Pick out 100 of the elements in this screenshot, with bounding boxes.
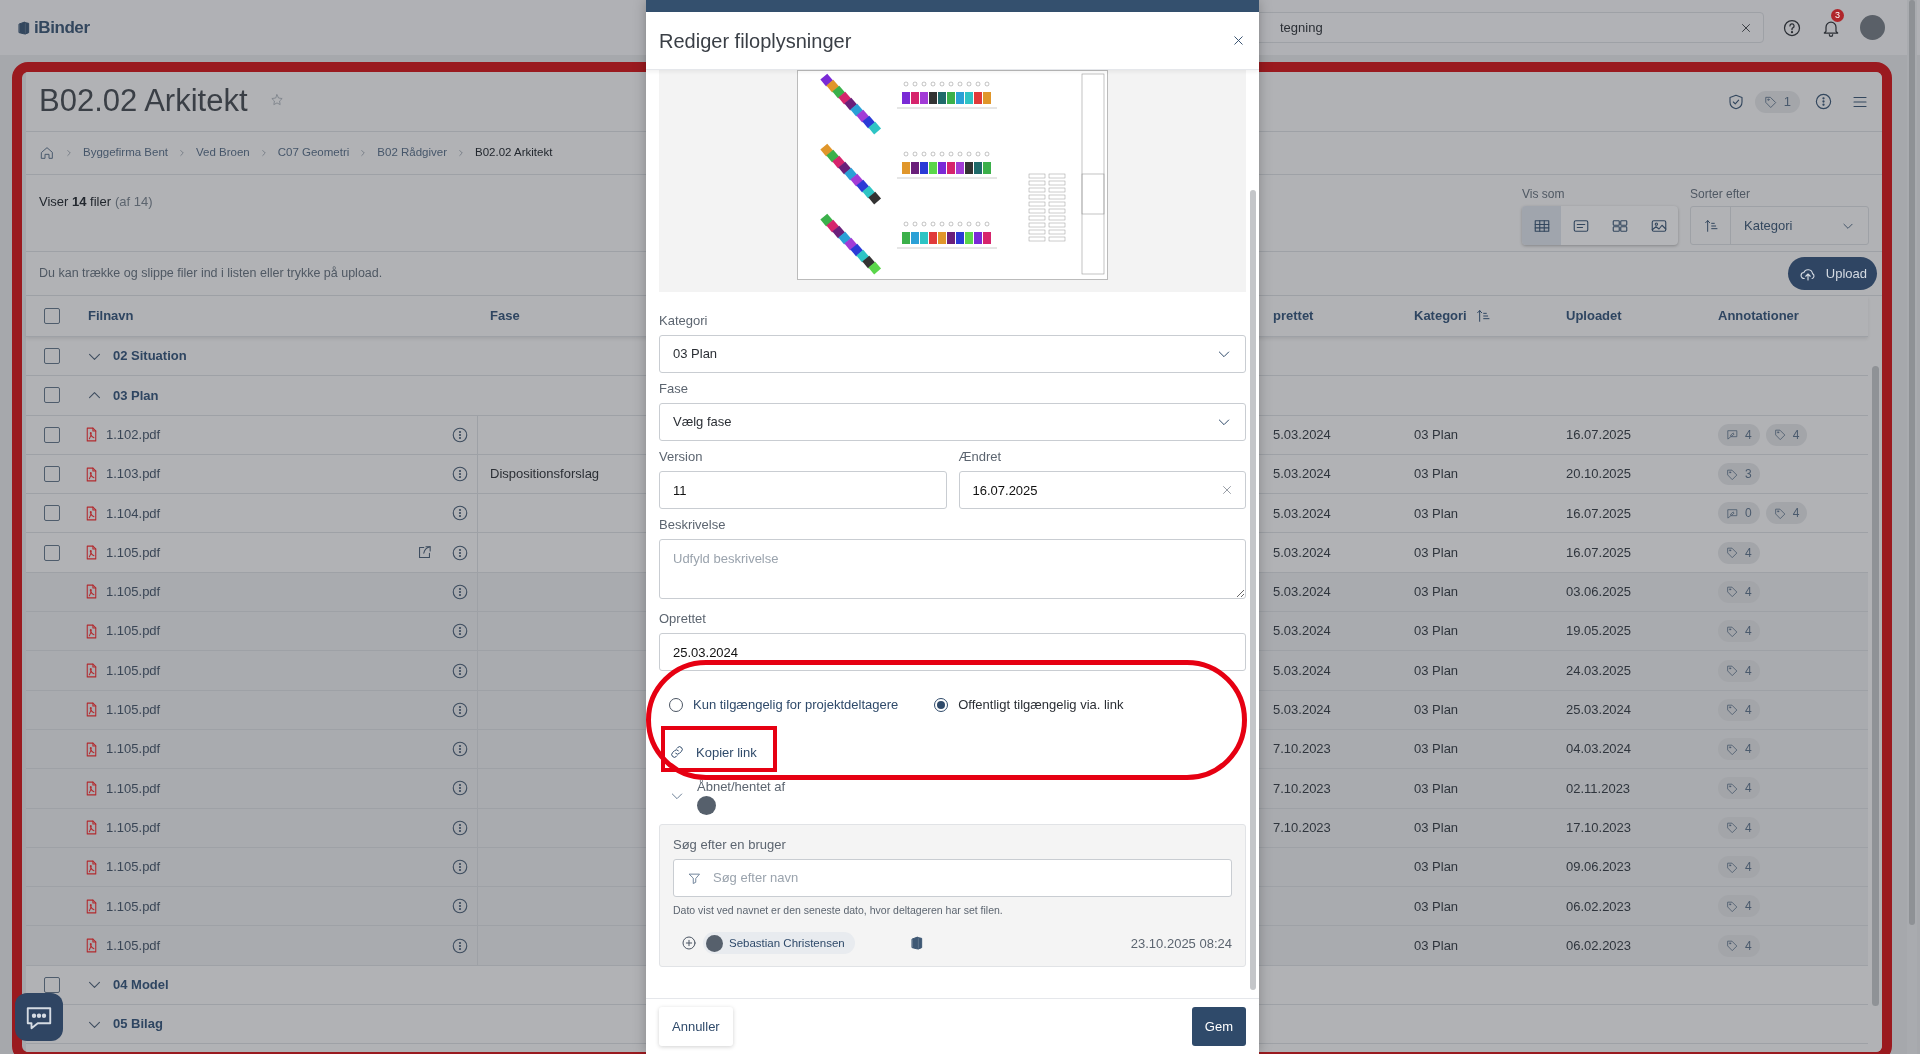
upload-button[interactable]: Upload (1787, 257, 1877, 290)
user-chip[interactable]: Sebastian Christensen (703, 932, 855, 955)
sort-ascending-icon[interactable] (1474, 308, 1491, 324)
breadcrumb-link[interactable]: Byggefirma Bent (83, 144, 168, 162)
checkbox[interactable] (44, 466, 60, 483)
tag-count-badge[interactable]: 4 (1718, 856, 1760, 878)
tag-count-badge[interactable]: 4 (1718, 816, 1760, 839)
file-name[interactable]: 1.105.pdf (106, 582, 406, 602)
file-name[interactable]: 1.105.pdf (106, 660, 406, 681)
breadcrumb-link[interactable]: B02.02 Arkitekt (475, 144, 553, 162)
checkbox[interactable] (44, 976, 60, 993)
tag-icon (1726, 821, 1739, 835)
tag-count-badge[interactable]: 4 (1718, 934, 1760, 957)
tag-count-badge[interactable]: 4 (1718, 777, 1760, 800)
file-name[interactable]: 1.105.pdf (106, 857, 406, 877)
tag-count-badge[interactable]: 4 (1765, 423, 1808, 446)
checkbox[interactable] (44, 348, 60, 365)
tag-count-badge[interactable]: 4 (1718, 580, 1760, 603)
info-icon[interactable] (450, 504, 469, 523)
tag-count-badge[interactable]: 4 (1765, 502, 1808, 525)
info-icon[interactable] (450, 582, 469, 601)
dropdown-field[interactable]: 03 Plan (659, 335, 1246, 373)
column-header[interactable]: Fase (490, 306, 520, 326)
comment-count-badge[interactable]: 0 (1718, 502, 1760, 525)
tag-count-badge[interactable]: 3 (1718, 463, 1760, 486)
checkbox[interactable] (44, 308, 60, 324)
info-icon[interactable] (1814, 92, 1833, 111)
info-icon[interactable] (450, 425, 469, 444)
column-header[interactable]: Filnavn (88, 306, 134, 326)
tag-count-badge[interactable]: 4 (1718, 659, 1760, 682)
file-name[interactable]: 1.105.pdf (106, 817, 406, 838)
info-icon[interactable] (450, 740, 469, 759)
close-icon[interactable] (1231, 33, 1246, 48)
checkbox[interactable] (44, 387, 60, 404)
scrollbar-thumb[interactable] (1909, 0, 1915, 925)
tag-count-badge[interactable]: 4 (1718, 895, 1760, 918)
help-icon[interactable] (1782, 17, 1802, 38)
input-field[interactable]: 11 (659, 471, 947, 509)
info-icon[interactable] (450, 700, 469, 719)
cancel-button[interactable]: Annuller (659, 1007, 733, 1046)
view-mode-button[interactable] (1522, 206, 1561, 245)
info-icon[interactable] (450, 543, 469, 562)
column-header[interactable]: Kategori (1414, 306, 1467, 326)
tag-count-badge[interactable]: 4 (1718, 620, 1760, 643)
star-icon[interactable] (269, 92, 284, 107)
file-name[interactable]: 1.105.pdf (106, 935, 406, 956)
column-header[interactable]: prettet (1273, 306, 1314, 326)
tag-count-badge[interactable]: 4 (1718, 738, 1760, 761)
search-field[interactable]: Søg efter navn (673, 858, 1232, 897)
group-label[interactable]: 04 Model (113, 975, 169, 995)
clear-icon[interactable] (1220, 483, 1234, 497)
info-icon[interactable] (450, 936, 469, 955)
dropdown-field[interactable]: Vælg fase (659, 403, 1246, 441)
home-icon[interactable] (39, 145, 55, 161)
file-name[interactable]: 1.105.pdf (106, 621, 406, 641)
group-label[interactable]: 02 Situation (113, 346, 187, 366)
tag-count-badge[interactable]: 4 (1718, 541, 1760, 564)
file-name[interactable]: 1.104.pdf (106, 503, 406, 524)
user-avatar[interactable] (1860, 15, 1885, 40)
file-name[interactable]: 1.105.pdf (106, 542, 406, 563)
radio-label[interactable]: Offentligt tilgængelig via. link (958, 695, 1124, 715)
file-name[interactable]: 1.102.pdf (106, 425, 406, 445)
info-icon[interactable] (450, 465, 469, 484)
info-icon[interactable] (450, 818, 469, 837)
info-icon[interactable] (450, 661, 469, 680)
tag-count-badge[interactable]: 1 (1754, 90, 1800, 113)
scrollbar-thumb[interactable] (1250, 190, 1256, 990)
file-name[interactable]: 1.105.pdf (106, 739, 406, 759)
checkbox[interactable] (44, 505, 60, 522)
table-cell-text: 7.10.2023 (1273, 818, 1331, 837)
breadcrumb-link[interactable]: Ved Broen (196, 144, 250, 162)
file-name[interactable]: 1.105.pdf (106, 700, 406, 720)
description-field[interactable]: Udfyld beskrivelse (659, 539, 1246, 599)
tag-count-badge[interactable]: 4 (1718, 698, 1760, 721)
info-icon[interactable] (450, 779, 469, 798)
checkbox[interactable] (44, 426, 60, 443)
file-name[interactable]: 1.105.pdf (106, 778, 406, 799)
group-label[interactable]: 03 Plan (113, 385, 159, 406)
input-field[interactable]: 25.03.2024 (659, 633, 1246, 671)
group-label[interactable]: 05 Bilag (113, 1014, 163, 1034)
comment-count-badge[interactable]: 4 (1718, 423, 1760, 446)
checkbox[interactable] (44, 544, 60, 561)
shield-check-icon[interactable] (1726, 92, 1745, 111)
info-icon[interactable] (450, 622, 469, 641)
table-cell-text: 03 Plan (1414, 740, 1459, 759)
add-icon[interactable] (681, 935, 697, 952)
info-icon[interactable] (450, 897, 469, 916)
file-name[interactable]: 1.105.pdf (106, 896, 406, 917)
chat-button[interactable] (15, 993, 63, 1041)
save-button[interactable]: Gem (1191, 1007, 1246, 1046)
breadcrumb-link[interactable]: C07 Geometri (277, 144, 350, 162)
file-name[interactable]: 1.103.pdf (106, 464, 406, 484)
copy-link-button[interactable]: Kopier link (669, 742, 757, 762)
breadcrumb-link[interactable]: B02 Rådgiver (377, 144, 447, 162)
radio-label[interactable]: Kun tilgængelig for projektdeltagere (693, 695, 899, 715)
info-icon[interactable] (450, 858, 469, 876)
date-field[interactable]: 16.07.2025 (958, 471, 1246, 509)
scrollbar-thumb[interactable] (1871, 366, 1879, 1006)
column-header[interactable]: Annotationer (1718, 306, 1799, 326)
column-header[interactable]: Uploadet (1566, 306, 1622, 326)
